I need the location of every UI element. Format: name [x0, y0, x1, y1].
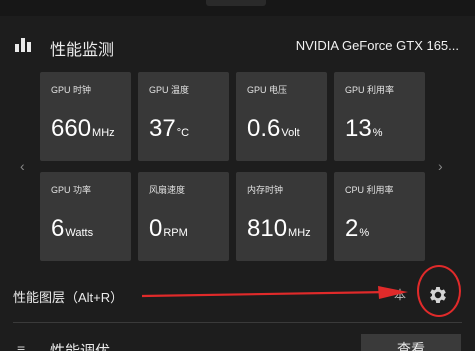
- metric-value: 37°C: [149, 115, 190, 142]
- metric-unit: %: [359, 227, 370, 239]
- metric-tile-gpu-voltage: GPU 电压 0.6Volt: [236, 72, 327, 161]
- page-title: 性能监测: [50, 42, 115, 59]
- performance-tuning-row: ≡ 性能调优 查看: [0, 328, 475, 351]
- bar-chart-icon: [15, 38, 35, 52]
- metric-label: GPU 电压: [247, 85, 288, 95]
- tuning-icon: ≡: [17, 341, 26, 351]
- metric-tile-cpu-utilization: CPU 利用率 2%: [334, 172, 425, 261]
- metric-value: 13%: [345, 115, 383, 142]
- metric-unit: %: [372, 127, 383, 139]
- view-button[interactable]: 查看: [361, 334, 461, 351]
- metric-unit: Volt: [281, 127, 300, 139]
- metric-label: GPU 利用率: [345, 85, 395, 95]
- metric-label: GPU 时钟: [51, 85, 92, 95]
- metric-value: 660MHz: [51, 115, 115, 142]
- metric-tile-gpu-power: GPU 功率 6Watts: [40, 172, 131, 261]
- metric-value: 6Watts: [51, 215, 94, 242]
- metric-unit: MHz: [288, 227, 311, 239]
- metrics-grid: GPU 时钟 660MHz GPU 温度 37°C GPU 电压 0.6Volt…: [40, 72, 431, 262]
- metric-unit: °C: [176, 127, 190, 139]
- drag-handle[interactable]: [206, 0, 266, 6]
- metric-unit: RPM: [163, 227, 188, 239]
- metric-tile-memory-clock: 内存时钟 810MHz: [236, 172, 327, 261]
- chevron-left-icon[interactable]: ‹: [20, 158, 25, 174]
- metric-label: 风扇速度: [149, 185, 186, 195]
- window-top-bar: [0, 0, 475, 16]
- metric-value: 0.6Volt: [247, 115, 300, 142]
- overlay-status-text: 本: [394, 288, 407, 302]
- metric-unit: MHz: [92, 127, 115, 139]
- performance-overlay-label: 性能图层（Alt+R）: [13, 290, 124, 305]
- metric-value: 810MHz: [247, 215, 311, 242]
- metric-label: GPU 温度: [149, 85, 190, 95]
- metric-label: 内存时钟: [247, 185, 284, 195]
- performance-overlay-row[interactable]: 性能图层（Alt+R） 本: [0, 272, 475, 316]
- chevron-right-icon[interactable]: ›: [438, 158, 443, 174]
- metric-label: GPU 功率: [51, 185, 92, 195]
- gpu-selector[interactable]: NVIDIA GeForce GTX 165...: [296, 38, 459, 53]
- metric-unit: Watts: [65, 227, 94, 239]
- metric-tile-gpu-utilization: GPU 利用率 13%: [334, 72, 425, 161]
- metric-value: 0RPM: [149, 215, 188, 242]
- metric-value: 2%: [345, 215, 370, 242]
- performance-tuning-label: 性能调优: [50, 340, 110, 351]
- metric-label: CPU 利用率: [345, 185, 394, 195]
- metric-tile-gpu-clock: GPU 时钟 660MHz: [40, 72, 131, 161]
- performance-header: 性能监测 NVIDIA GeForce GTX 165...: [0, 22, 475, 68]
- section-divider: [13, 322, 462, 323]
- metric-tile-gpu-temperature: GPU 温度 37°C: [138, 72, 229, 161]
- annotation-circle: [417, 265, 461, 317]
- metric-tile-fan-speed: 风扇速度 0RPM: [138, 172, 229, 261]
